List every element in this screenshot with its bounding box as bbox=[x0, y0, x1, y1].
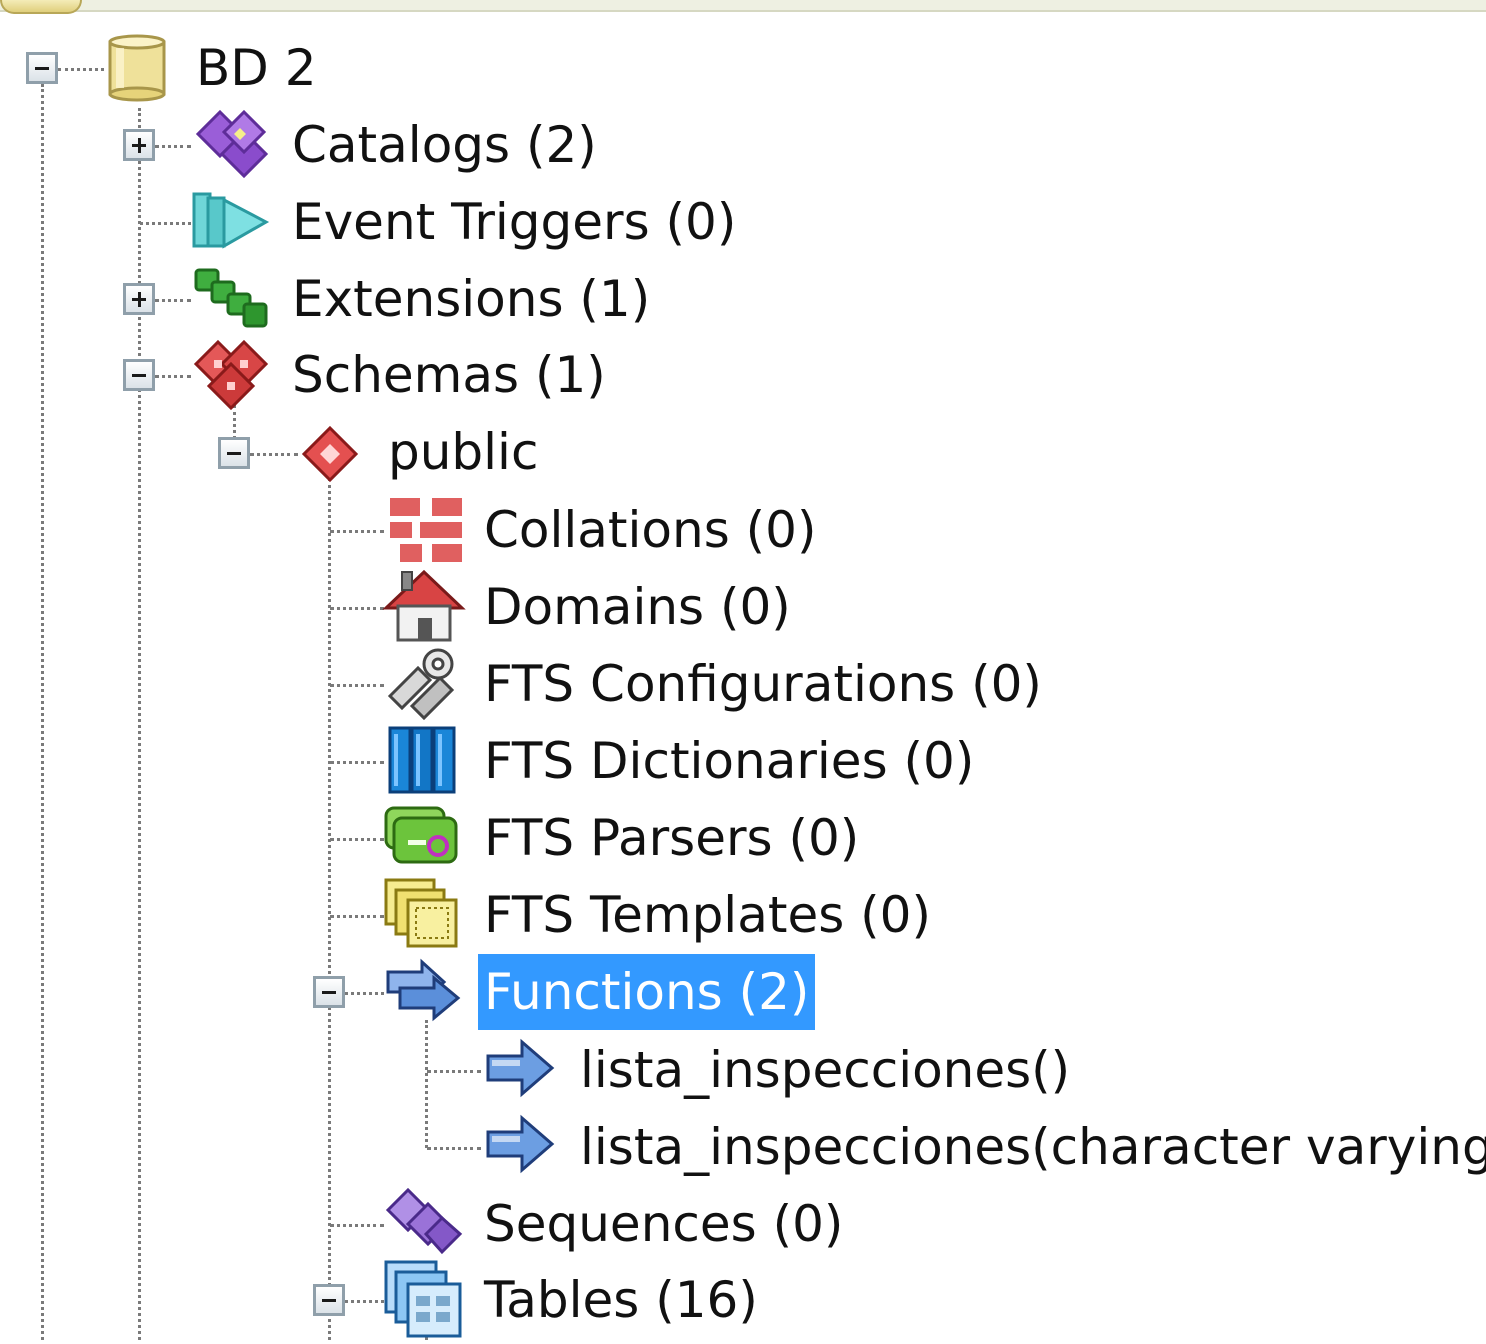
collapse-toggle-tables[interactable] bbox=[313, 1284, 345, 1316]
fts-dictionaries-icon bbox=[386, 724, 460, 800]
tree-line bbox=[140, 222, 191, 225]
tree-node-functions[interactable]: Functions (2) bbox=[478, 954, 816, 1030]
tree-node-bd2[interactable]: BD 2 bbox=[190, 30, 323, 106]
function-icon bbox=[482, 1112, 558, 1180]
extensions-icon bbox=[190, 260, 274, 340]
tree-node-sequences[interactable]: Sequences (0) bbox=[478, 1186, 849, 1262]
tree-line bbox=[330, 1224, 384, 1227]
tree-node-catalogs[interactable]: Catalogs (2) bbox=[286, 107, 603, 183]
schema-icon bbox=[300, 424, 360, 488]
tree-node-function-2[interactable]: lista_inspecciones(character varying) bbox=[574, 1109, 1486, 1185]
collapse-toggle-functions[interactable] bbox=[313, 976, 345, 1008]
collapse-toggle-schemas[interactable] bbox=[123, 359, 155, 391]
sequences-icon bbox=[382, 1184, 466, 1262]
tree-line bbox=[41, 84, 44, 1340]
collapse-toggle-public[interactable] bbox=[218, 437, 250, 469]
tree-line bbox=[58, 68, 104, 71]
catalogs-icon bbox=[192, 106, 272, 186]
tree-line bbox=[330, 530, 384, 533]
tree-line bbox=[155, 375, 191, 378]
expand-toggle-catalogs[interactable] bbox=[123, 129, 155, 161]
tree-node-domains[interactable]: Domains (0) bbox=[478, 569, 797, 645]
function-icon bbox=[482, 1036, 558, 1104]
tree-line bbox=[345, 992, 384, 995]
tree-node-tables[interactable]: Tables (16) bbox=[478, 1262, 764, 1338]
top-edge bbox=[0, 0, 1486, 12]
tree-node-collations[interactable]: Collations (0) bbox=[478, 492, 822, 568]
tree-node-fts-templates[interactable]: FTS Templates (0) bbox=[478, 877, 937, 953]
tree-line bbox=[155, 299, 191, 302]
fts-configurations-icon bbox=[382, 644, 466, 726]
fts-templates-icon bbox=[382, 876, 462, 954]
tree-node-fts-parsers[interactable]: FTS Parsers (0) bbox=[478, 800, 865, 876]
event-triggers-icon bbox=[190, 186, 270, 260]
tree-node-extensions[interactable]: Extensions (1) bbox=[286, 261, 656, 337]
tables-icon bbox=[382, 1258, 464, 1344]
fts-parsers-icon bbox=[382, 802, 462, 876]
tree-line bbox=[330, 838, 384, 841]
tree-node-fts-configurations[interactable]: FTS Configurations (0) bbox=[478, 646, 1048, 722]
tree-node-schemas[interactable]: Schemas (1) bbox=[286, 337, 612, 413]
tree-line bbox=[427, 1070, 481, 1073]
domains-icon bbox=[382, 568, 466, 648]
tree-line bbox=[330, 607, 384, 610]
server-icon bbox=[0, 0, 82, 14]
collations-icon bbox=[386, 494, 466, 570]
database-icon bbox=[106, 34, 168, 106]
tree-node-function-1[interactable]: lista_inspecciones() bbox=[574, 1032, 1076, 1108]
schemas-icon bbox=[190, 336, 272, 418]
functions-icon bbox=[382, 954, 466, 1032]
tree-line bbox=[330, 915, 384, 918]
tree-node-fts-dictionaries[interactable]: FTS Dictionaries (0) bbox=[478, 723, 980, 799]
tree-line bbox=[427, 1147, 481, 1150]
tree-node-public[interactable]: public bbox=[382, 414, 544, 490]
expand-toggle-extensions[interactable] bbox=[123, 283, 155, 315]
tree-line bbox=[425, 1020, 428, 1148]
collapse-toggle-bd2[interactable] bbox=[26, 52, 58, 84]
tree-line bbox=[250, 453, 298, 456]
tree-line bbox=[345, 1300, 384, 1303]
tree-line bbox=[155, 145, 191, 148]
cut-off-text: ˆˇ bbox=[378, 0, 422, 33]
tree-line bbox=[330, 761, 384, 764]
tree-line bbox=[330, 684, 384, 687]
tree-node-event-triggers[interactable]: Event Triggers (0) bbox=[286, 184, 742, 260]
